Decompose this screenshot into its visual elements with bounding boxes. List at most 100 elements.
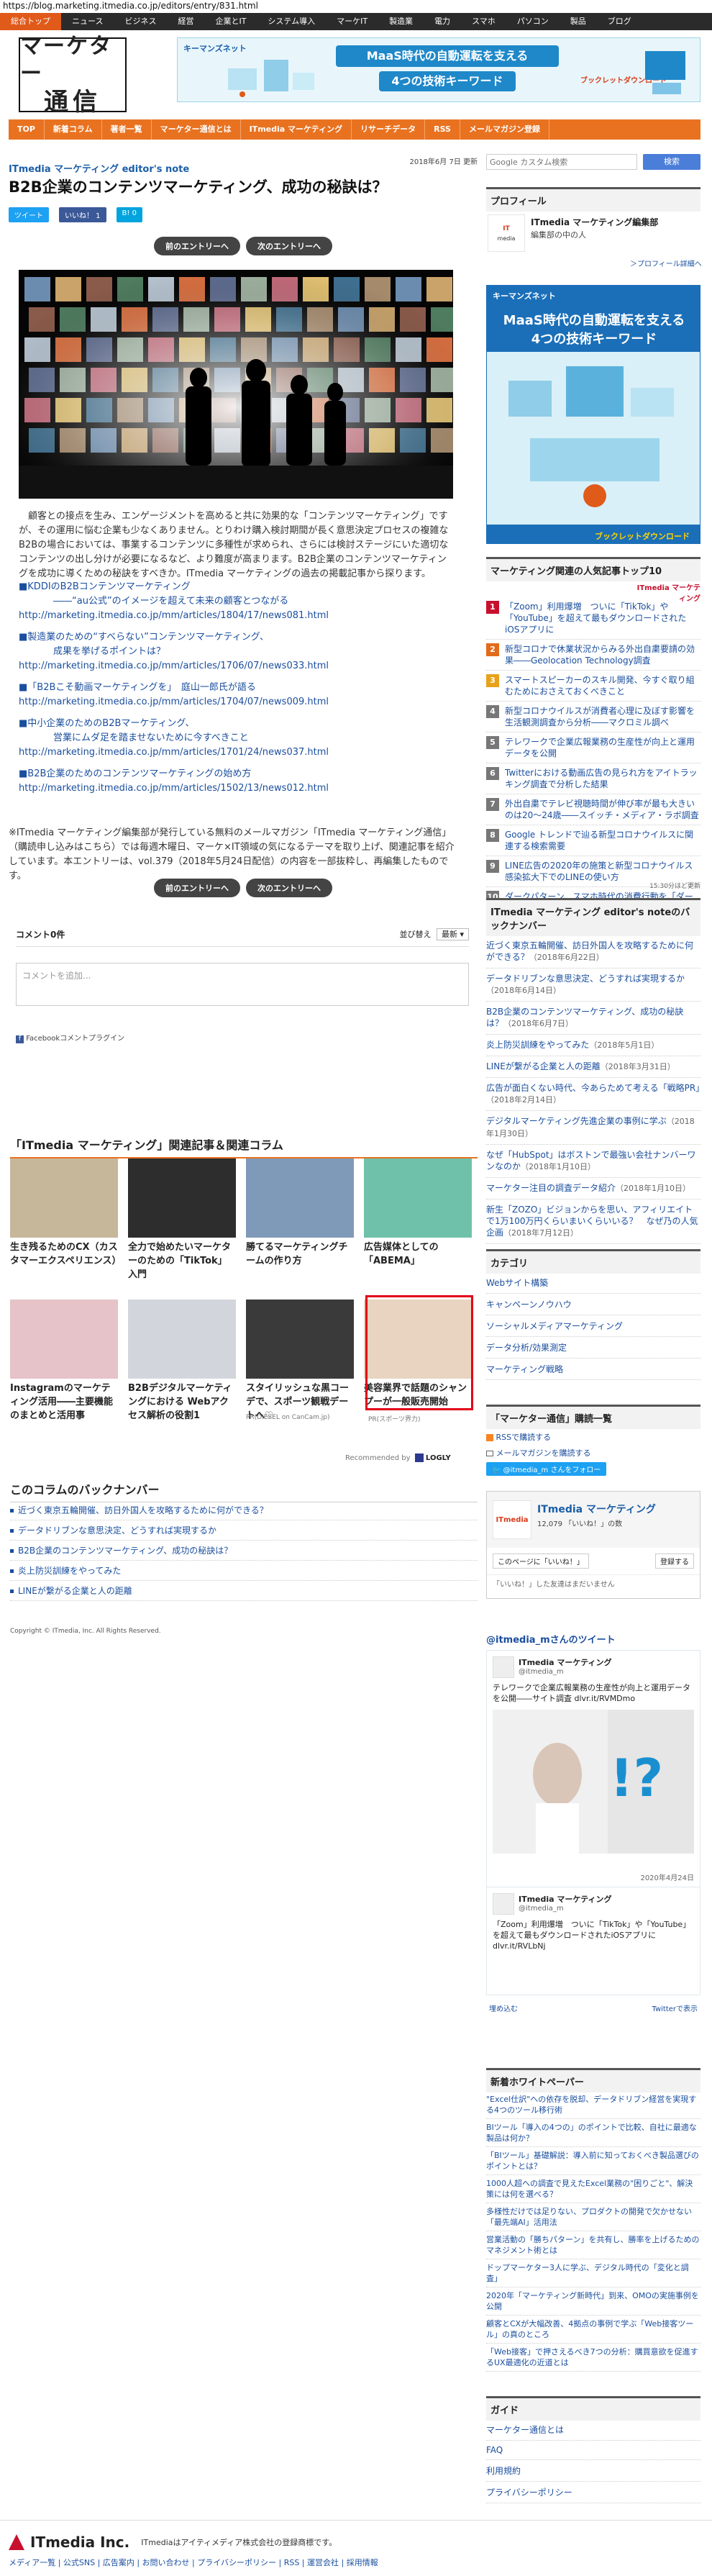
- whitepaper-item[interactable]: 2020年「マーケティング新時代」到来、OMOの実施事例を公開: [486, 2287, 700, 2316]
- editor-backnumber-item[interactable]: マーケター注目の調査データ紹介（2018年1月10日）: [486, 1178, 700, 1199]
- editor-backnumber-item[interactable]: B2B企業のコンテンツマーケティング、成功の秘訣は？（2018年6月7日）: [486, 1002, 700, 1035]
- blog-nav-item[interactable]: 著者一覧: [102, 119, 152, 140]
- related-card[interactable]: 勝てるマーケティングチームの作り方: [246, 1158, 354, 1268]
- prev-entry-button[interactable]: 前のエントリーへ: [154, 237, 240, 255]
- editor-backnumber-item[interactable]: LINEが繋がる企業と人の距離（2018年3月31日）: [486, 1056, 700, 1078]
- tweet-button[interactable]: ツイート: [9, 207, 49, 222]
- editor-backnumber-item[interactable]: 広告が面白くない時代、今あらためて考える「戦略PR」 （2018年2月14日）: [486, 1078, 704, 1111]
- sidebar-ad-banner[interactable]: キーマンズネット MaaS時代の自動運転を支える 4つの技術キーワード ブックレ…: [486, 285, 700, 544]
- url-bar[interactable]: https://blog.marketing.itmedia.co.jp/edi…: [0, 0, 712, 13]
- sort-select[interactable]: 最新 ▾: [436, 928, 469, 940]
- category-item[interactable]: キャンペーンノウハウ: [486, 1294, 700, 1315]
- related-link-url[interactable]: http://marketing.itmedia.co.jp/mm/articl…: [19, 745, 453, 760]
- editor-backnumber-item[interactable]: 近づく東京五輪開催、訪日外国人を攻略するために何ができる？（2018年6月22日…: [486, 935, 700, 969]
- blog-name[interactable]: ITmedia マーケティング editor's note: [9, 161, 189, 175]
- tweet-card[interactable]: ITmedia マーケティング @itmedia_m テレワークで企業広報業務の…: [486, 1650, 700, 1887]
- category-item[interactable]: データ分析/効果測定: [486, 1337, 700, 1359]
- footer-brand[interactable]: ITmedia Inc.: [30, 2534, 129, 2551]
- related-link-url[interactable]: http://marketing.itmedia.co.jp/mm/articl…: [19, 609, 453, 623]
- ranking-item[interactable]: 1 「Zoom」利用爆増 ついに「TikTok」や「YouTube」を超えて最もダ…: [486, 597, 700, 640]
- tweet-embed-link[interactable]: 埋め込む: [489, 2003, 518, 2013]
- like-button[interactable]: いいね！ 1: [59, 207, 106, 222]
- rss-subscribe-link[interactable]: RSSで購読する: [486, 1429, 700, 1445]
- related-link-subtitle[interactable]: ――“au公式”のイメージを超えて未来の顧客とつながる: [19, 594, 453, 609]
- whitepaper-item[interactable]: 「Web接客」で押さえるべき7つの分析：購買意欲を促進するUX最適化の近道とは: [486, 2344, 700, 2372]
- editor-backnumber-item[interactable]: データドリブンな意思決定、どうすれば実現するか （2018年6月14日）: [486, 969, 700, 1002]
- mail-subscribe-link[interactable]: メールマガジンを購読する: [486, 1445, 700, 1461]
- ranking-item[interactable]: 7 外出自粛でテレビ視聴時間が伸び率が最も大きいのは20〜24歳――スイッチ・メデ…: [486, 794, 700, 825]
- global-nav-item[interactable]: 企業とIT: [204, 13, 257, 30]
- related-card[interactable]: スタイリッシュな黒コーデで、スポーツ観戦デートへ♡: [246, 1300, 354, 1423]
- ranking-item[interactable]: 5 テレワークで企業広報業務の生産性が向上と運用データを公開: [486, 733, 700, 763]
- global-nav-item[interactable]: システム導入: [257, 13, 326, 30]
- category-item[interactable]: Webサイト構築: [486, 1272, 700, 1294]
- category-item[interactable]: ソーシャルメディアマーケティング: [486, 1315, 700, 1337]
- related-link-url[interactable]: http://marketing.itmedia.co.jp/mm/articl…: [19, 781, 453, 796]
- related-card[interactable]: 生き残るためのCX（カスタマーエクスペリエンス）: [10, 1158, 121, 1268]
- twitter-follow-button[interactable]: 🐦 @itmedia_m さんをフォロー: [486, 1462, 607, 1476]
- next-entry-button-bottom[interactable]: 次のエントリーへ: [246, 879, 332, 897]
- related-link-title[interactable]: ■製造業のための“すべらない”コンテンツマーケティング、: [19, 630, 453, 645]
- global-nav-item[interactable]: 総合トップ: [0, 13, 61, 30]
- global-nav-item[interactable]: パソコン: [506, 13, 560, 30]
- editor-backnumber-item[interactable]: デジタルマーケティング先進企業の事例に学ぶ（2018年1月30日）: [486, 1111, 700, 1145]
- related-card[interactable]: 全力で始めたいマーケターのための「TikTok」入門: [128, 1158, 236, 1282]
- tweet-view-on-twitter-link[interactable]: Twitterで表示: [652, 2003, 698, 2013]
- guide-item[interactable]: FAQ: [486, 2441, 700, 2460]
- comment-input[interactable]: コメントを追加...: [16, 963, 469, 1006]
- whitepaper-item[interactable]: 顧客とCXが大幅改善、4拠点の事例で学ぶ「Web接客ツール」の真のところ: [486, 2316, 700, 2344]
- guide-item[interactable]: 利用規約: [486, 2460, 700, 2482]
- category-item[interactable]: マーケティング戦略: [486, 1359, 700, 1380]
- fb-page-name[interactable]: ITmedia マーケティング: [537, 1502, 656, 1516]
- backnumber-item[interactable]: データドリブンな意思決定、どうすれば実現するか: [10, 1520, 478, 1541]
- tweet-card-2[interactable]: ITmedia マーケティング @itmedia_m 「Zoom」利用爆増 つい…: [486, 1887, 700, 1995]
- backnumber-item[interactable]: 炎上防災訓練をやってみた: [10, 1561, 478, 1581]
- global-nav-item[interactable]: スマホ: [461, 13, 506, 30]
- whitepaper-item[interactable]: 多様性だけでは足りない、プロダクトの開発で欠かせない「最先端AI」活用法: [486, 2203, 700, 2231]
- global-nav-item[interactable]: ブログ: [597, 13, 642, 30]
- whitepaper-item[interactable]: 「BIツール」基礎解説：導入前に知っておくべき製品選びのポイントとは？: [486, 2147, 700, 2175]
- global-nav-item[interactable]: 電力: [424, 13, 461, 30]
- prev-entry-button-bottom[interactable]: 前のエントリーへ: [154, 879, 240, 897]
- global-nav-item[interactable]: マーケIT: [326, 13, 378, 30]
- global-nav-item[interactable]: ビジネス: [114, 13, 167, 30]
- backnumber-item[interactable]: LINEが繋がる企業と人の距離: [10, 1581, 478, 1601]
- backnumber-item[interactable]: 近づく東京五輪開催、訪日外国人を攻略するために何ができる？: [10, 1500, 478, 1520]
- related-link-title[interactable]: ■KDDIのB2Bコンテンツマーケティング: [19, 580, 453, 594]
- whitepaper-item[interactable]: "Excel仕訳"への依存を脱却、データドリブン経営を実現する4つのツール移行術: [486, 2091, 700, 2119]
- related-card[interactable]: B2Bデジタルマーケティングにおける Webアクセス解析の役割1: [128, 1300, 236, 1423]
- ranking-item[interactable]: 8 Google トレンドで辿る新型コロナウイルスに関連する検索需要: [486, 825, 700, 856]
- related-link-title[interactable]: ■B2B企業のためのコンテンツマーケティングの始め方: [19, 767, 453, 781]
- backnumber-item[interactable]: B2B企業のコンテンツマーケティング、成功の秘訣は？: [10, 1541, 478, 1561]
- ranking-item[interactable]: 2 新型コロナで休業状況からみる外出自粛要請の効果――Geolocation Te…: [486, 640, 700, 671]
- global-nav-item[interactable]: 製品: [560, 13, 597, 30]
- fb-signup-button[interactable]: 登録する: [655, 1554, 694, 1569]
- related-link-title[interactable]: ■中小企業のためのB2Bマーケティング、: [19, 717, 453, 731]
- global-nav-item[interactable]: 製造業: [378, 13, 424, 30]
- facebook-plugin-note[interactable]: f Facebookコメントプラグイン: [16, 1032, 469, 1043]
- guide-item[interactable]: マーケター通信とは: [486, 2419, 700, 2441]
- search-button[interactable]: 検索: [643, 154, 700, 170]
- whitepaper-item[interactable]: 営業活動の「勝ちパターン」を共有し、勝率を上げるためのマネジメント術とは: [486, 2231, 700, 2259]
- guide-item[interactable]: プライバシーポリシー: [486, 2482, 700, 2503]
- whitepaper-item[interactable]: 1000人超への調査で見えたExcel業務の"困りごと"、解決策には何を選べる？: [486, 2175, 700, 2203]
- blog-nav-item[interactable]: TOP: [9, 119, 45, 140]
- related-card[interactable]: Instagramのマーケティング活用――主要機能のまとめと活用事: [10, 1300, 118, 1423]
- search-input[interactable]: [486, 154, 637, 170]
- profile-more-link[interactable]: ＞プロフィール詳細へ: [630, 258, 702, 268]
- header-ad-banner[interactable]: キーマンズネット MaaS時代の自動運転を支える 4つの技術キーワード ブックレ…: [177, 37, 700, 102]
- profile-name[interactable]: ITmedia マーケティング編集部: [531, 216, 658, 228]
- related-link-title[interactable]: ■「B2Bこそ動画マーケティングを」 庭山一郎氏が語る: [19, 681, 453, 695]
- blog-nav-item[interactable]: RSS: [425, 119, 460, 140]
- hatena-button[interactable]: B! 0: [116, 207, 142, 222]
- related-link-subtitle[interactable]: 営業にムダ足を踏ませないために今すべきこと: [19, 731, 453, 745]
- next-entry-button[interactable]: 次のエントリーへ: [246, 237, 332, 255]
- blog-nav-item[interactable]: マーケター通信とは: [152, 119, 241, 140]
- blog-nav-item[interactable]: メールマガジン登録: [460, 119, 549, 140]
- blog-nav-item[interactable]: リサーチデータ: [352, 119, 426, 140]
- editor-backnumber-item[interactable]: なぜ「HubSpot」はボストンで最強い会社ナンバーワンなのか（2018年1月1…: [486, 1145, 700, 1178]
- related-card[interactable]: 広告媒体としての「ABEMA」: [364, 1158, 472, 1268]
- global-nav-item[interactable]: 経営: [167, 13, 204, 30]
- blog-nav-item[interactable]: 新着コラム: [45, 119, 102, 140]
- related-link-subtitle[interactable]: 成果を挙げるポイントは？: [19, 645, 453, 659]
